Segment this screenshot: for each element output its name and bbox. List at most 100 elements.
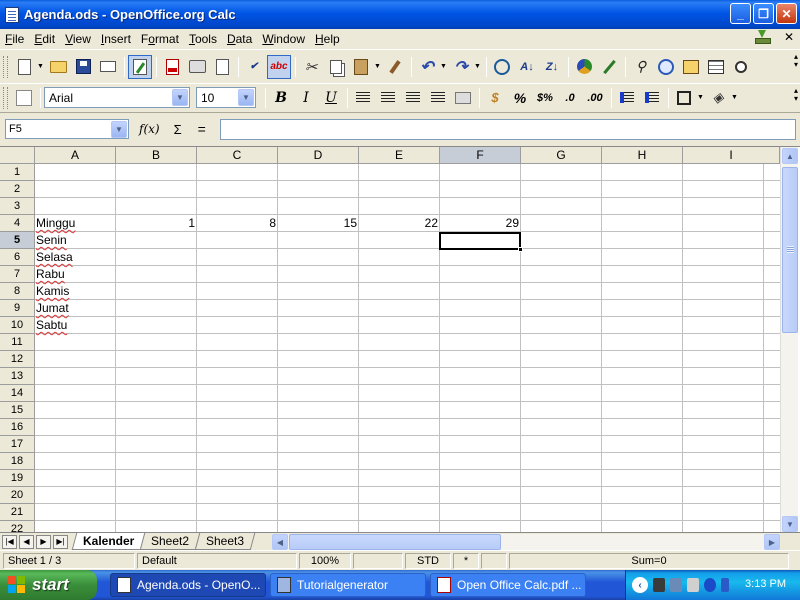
copy-button[interactable] <box>324 55 348 79</box>
close-button[interactable]: ✕ <box>776 3 797 24</box>
clone-formatting-button[interactable] <box>383 55 407 79</box>
horizontal-scrollbar[interactable]: ◀ ▶ <box>272 534 780 550</box>
toolbar-grip[interactable] <box>3 86 8 109</box>
row-header-15[interactable]: 15 <box>0 402 35 419</box>
taskbar-item-agenda[interactable]: Agenda.ods - OpenO... <box>110 573 266 597</box>
taskbar-item-tutorialgenerator[interactable]: Tutorialgenerator <box>270 573 426 597</box>
styles-formatting-button[interactable] <box>12 86 36 110</box>
menu-tools[interactable]: Tools <box>184 32 222 46</box>
navigator-button[interactable] <box>654 55 678 79</box>
cell-c4[interactable]: 8 <box>197 215 278 232</box>
row-header-3[interactable]: 3 <box>0 198 35 215</box>
scroll-right-button[interactable]: ▶ <box>764 534 780 550</box>
undo-button[interactable]: ↶ <box>415 55 439 79</box>
paste-button[interactable] <box>349 55 373 79</box>
show-draw-functions-button[interactable] <box>597 55 621 79</box>
row-header-4[interactable]: 4 <box>0 215 35 232</box>
row-header-2[interactable]: 2 <box>0 181 35 198</box>
column-header-g[interactable]: G <box>521 147 602 164</box>
minimize-button[interactable]: _ <box>730 3 751 24</box>
align-right-button[interactable] <box>401 86 425 110</box>
row-header-21[interactable]: 21 <box>0 504 35 521</box>
tray-app-icon[interactable] <box>653 578 665 592</box>
delete-decimal-button[interactable]: .00 <box>583 86 607 110</box>
gallery-button[interactable] <box>679 55 703 79</box>
menu-file[interactable]: File <box>0 32 29 46</box>
autospellcheck-button[interactable]: abc <box>267 54 291 79</box>
currency-format-button[interactable]: $ <box>483 86 507 110</box>
volume-icon[interactable] <box>687 578 699 592</box>
align-left-button[interactable] <box>351 86 375 110</box>
sort-descending-button[interactable]: Z↓ <box>540 55 564 79</box>
font-size-combo[interactable]: 10 ▼ <box>196 87 256 108</box>
menu-insert[interactable]: Insert <box>96 32 136 46</box>
add-decimal-button[interactable]: .0 <box>558 86 582 110</box>
cell-e4[interactable]: 22 <box>359 215 440 232</box>
restore-button[interactable]: ❐ <box>753 3 774 24</box>
sum-icon[interactable]: Σ <box>174 122 182 137</box>
merge-cells-button[interactable] <box>451 86 475 110</box>
toolbar-overflow-chevron[interactable]: ▴ ▾ <box>794 53 798 69</box>
chevron-down-icon[interactable]: ▼ <box>111 120 127 138</box>
cell-a5[interactable]: Senin <box>35 232 116 249</box>
scroll-up-button[interactable]: ▲ <box>782 148 798 164</box>
row-header-10[interactable]: 10 <box>0 317 35 334</box>
column-header-a[interactable]: A <box>35 147 116 164</box>
cut-button[interactable]: ✂ <box>299 55 323 79</box>
row-header-16[interactable]: 16 <box>0 419 35 436</box>
last-sheet-button[interactable]: ▶| <box>53 534 68 549</box>
cell-a9[interactable]: Jumat <box>35 300 116 317</box>
function-wizard-icon[interactable]: f(x) <box>139 122 160 136</box>
column-header-f[interactable]: F <box>440 147 521 164</box>
cell-d4[interactable]: 15 <box>278 215 359 232</box>
justify-button[interactable] <box>426 86 450 110</box>
row-header-8[interactable]: 8 <box>0 283 35 300</box>
sheet-tab-kalender[interactable]: Kalender <box>71 533 146 550</box>
taskbar-clock[interactable]: 3:13 PM <box>745 578 786 590</box>
toolbar-overflow-chevron[interactable]: ▴ ▾ <box>794 87 798 103</box>
font-name-combo[interactable]: Arial ▼ <box>44 87 190 108</box>
calc-app-icon[interactable] <box>5 6 19 23</box>
borders-button[interactable] <box>672 86 696 110</box>
column-header-e[interactable]: E <box>359 147 440 164</box>
row-header-17[interactable]: 17 <box>0 436 35 453</box>
background-color-button[interactable]: ◈ <box>706 86 730 110</box>
row-header-5[interactable]: 5 <box>0 232 35 249</box>
previous-sheet-button[interactable]: ◀ <box>19 534 34 549</box>
network-icon[interactable] <box>670 578 682 592</box>
chevron-down-icon[interactable]: ▼ <box>172 89 188 106</box>
row-header-6[interactable]: 6 <box>0 249 35 266</box>
new-dropdown-arrow[interactable]: ▼ <box>37 63 44 70</box>
new-document-button[interactable] <box>12 55 36 79</box>
bold-button[interactable]: B <box>269 86 293 110</box>
row-header-14[interactable]: 14 <box>0 385 35 402</box>
start-button[interactable]: start <box>0 570 97 600</box>
column-header-c[interactable]: C <box>197 147 278 164</box>
row-header-7[interactable]: 7 <box>0 266 35 283</box>
menu-edit[interactable]: Edit <box>29 32 60 46</box>
hyperlink-button[interactable] <box>490 55 514 79</box>
row-header-9[interactable]: 9 <box>0 300 35 317</box>
column-header-h[interactable]: H <box>602 147 683 164</box>
page-preview-button[interactable] <box>210 55 234 79</box>
row-header-12[interactable]: 12 <box>0 351 35 368</box>
taskbar-item-pdf[interactable]: Open Office Calc.pdf ... <box>430 573 586 597</box>
save-button[interactable] <box>71 55 95 79</box>
menu-view[interactable]: View <box>60 32 96 46</box>
zoom-button[interactable] <box>729 55 753 79</box>
sheet-tab-sheet2[interactable]: Sheet2 <box>140 533 201 550</box>
export-pdf-button[interactable] <box>160 55 184 79</box>
sort-ascending-button[interactable]: A↓ <box>515 55 539 79</box>
open-button[interactable] <box>46 55 70 79</box>
close-document-icon[interactable]: ✕ <box>784 30 794 44</box>
increase-indent-button[interactable] <box>640 86 664 110</box>
decrease-indent-button[interactable] <box>615 86 639 110</box>
next-sheet-button[interactable]: ▶ <box>36 534 51 549</box>
column-header-b[interactable]: B <box>116 147 197 164</box>
row-header-20[interactable]: 20 <box>0 487 35 504</box>
zoom-level[interactable]: 100% <box>299 552 351 569</box>
redo-button[interactable]: ↷ <box>449 55 473 79</box>
vertical-scroll-thumb[interactable] <box>782 167 798 333</box>
borders-dropdown-arrow[interactable]: ▼ <box>697 94 704 101</box>
page-style[interactable]: Default <box>137 552 297 569</box>
